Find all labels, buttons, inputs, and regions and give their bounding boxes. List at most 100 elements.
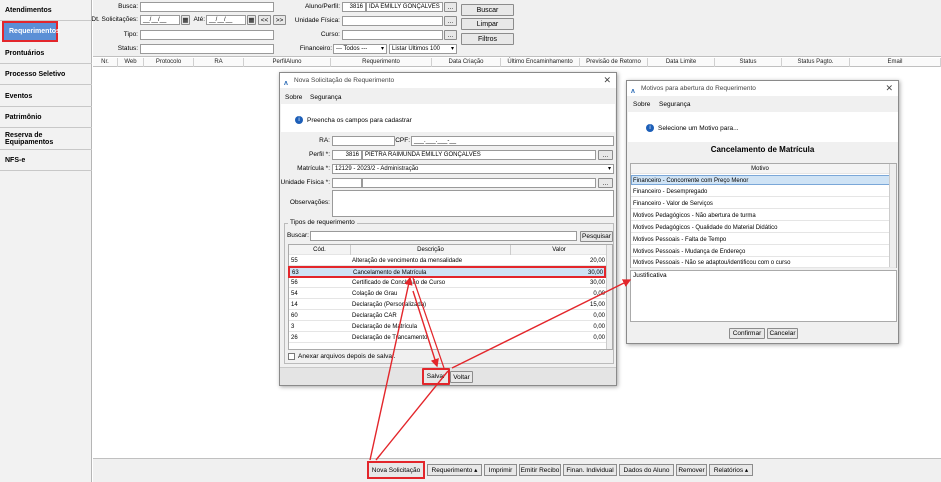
column-header[interactable]: Nr. [93,58,118,67]
menu-seguranca[interactable]: Segurança [659,101,690,108]
dt-from-input[interactable]: __/__/__ [140,15,180,25]
column-header[interactable]: Requerimento [331,58,432,67]
column-header[interactable]: Último Encaminhamento [501,58,580,67]
menu-seguranca[interactable]: Segurança [310,94,341,101]
table-row[interactable]: 55 Alteração de vencimento da mensalidad… [289,256,612,266]
table-row[interactable]: Financeiro - Desempregado [631,187,896,197]
dt-to-input[interactable]: __/__/__ [206,15,246,25]
column-header[interactable]: Email [850,58,941,67]
column-header[interactable]: RA [194,58,244,67]
cell-desc: Declaração (Personalizada) [352,302,427,308]
table-row[interactable]: Motivos Pedagógicos - Qualidade do Mater… [631,223,896,233]
calendar-icon[interactable]: ▦ [247,15,256,25]
nova-solicitacao-button[interactable]: Nova Solicitação [367,461,425,479]
close-icon[interactable]: ✕ [603,73,611,88]
tipo-select[interactable] [140,30,274,40]
unidade-search-button[interactable]: ... [444,16,457,26]
busca-label: Busca: [118,3,138,10]
confirmar-button[interactable]: Confirmar [729,328,765,339]
salvar-button[interactable]: Salvar [422,368,450,385]
cell-desc: Declaração de Trancamento [352,335,428,341]
buscar-button[interactable]: Buscar [461,4,514,16]
table-row[interactable]: 26 Declaração de Trancamento 0,00 [289,333,612,343]
table-row[interactable]: 56 Certificado de Conclusão de Curso 30,… [289,278,612,288]
financeiro-select[interactable]: --- Todos --- [333,44,387,54]
sidebar-item-requerimentos[interactable]: Requerimentos [2,21,60,42]
table-row[interactable]: Financeiro - Valor de Serviços [631,199,896,209]
unidade-code-input[interactable] [332,178,362,188]
table-scrollbar[interactable] [889,164,896,267]
aluno-name-input[interactable]: IDA EMILLY GONÇALVES [366,2,443,12]
finan-individual-button[interactable]: Finan. Individual [563,464,617,476]
calendar-icon[interactable]: ▦ [181,15,190,25]
cell-cod: 56 [291,280,298,286]
column-header[interactable]: Web [118,58,144,67]
table-row[interactable]: 3 Declaração de Matrícula 0,00 [289,322,612,332]
sidebar-item-processo-seletivo[interactable]: Processo Seletivo [0,64,92,85]
table-scrollbar[interactable] [606,245,612,349]
table-row[interactable]: Motivos Pessoais - Não se adaptou/identi… [631,258,896,268]
listar-select[interactable]: Listar Últimos 100 [389,44,457,54]
tipo-search-input[interactable] [310,231,577,241]
imprimir-button[interactable]: Imprimir [484,464,517,476]
column-header[interactable]: PerfilAluno [244,58,331,67]
sidebar-item-reserva-equipamentos[interactable]: Reserva de Equipamentos [0,129,92,150]
table-row[interactable]: 54 Colação de Grau 0,00 [289,289,612,299]
matricula-select[interactable]: 12129 - 2023/2 - Administração [332,164,614,174]
unidade-search-button[interactable]: ... [598,178,613,188]
table-row[interactable]: 14 Declaração (Personalizada) 15,00 [289,300,612,310]
aluno-code-input[interactable]: 3816 [342,2,366,12]
sidebar-item-nfse[interactable]: NFS-e [0,150,92,171]
column-header[interactable]: Valor [511,245,607,255]
requerimento-menu-button[interactable]: Requerimento ▴ [427,464,482,476]
menu-sobre[interactable]: Sobre [285,94,302,101]
column-header[interactable]: Descrição [351,245,511,255]
cancelar-button[interactable]: Cancelar [767,328,798,339]
perfil-search-button[interactable]: ... [598,150,613,160]
sidebar-item-atendimentos[interactable]: Atendimentos [0,0,92,21]
column-header[interactable]: Status [715,58,782,67]
perfil-name-input[interactable]: PIETRA RAIMUNDA EMILLY GONÇALVES [362,150,596,160]
sidebar-item-prontuarios[interactable]: Prontuários [0,43,92,64]
sidebar-item-patrimonio[interactable]: Patrimônio [0,107,92,128]
table-row[interactable]: Motivos Pessoais - Falta de Tempo [631,235,896,245]
observacoes-textarea[interactable] [332,190,614,217]
table-row-selected[interactable]: 63 Cancelamento de Matrícula 30,00 [288,266,606,278]
remover-button[interactable]: Remover [676,464,707,476]
column-header[interactable]: Cód. [289,245,351,255]
column-header[interactable]: Previsão de Retorno [580,58,648,67]
table-row-selected[interactable]: Financeiro - Concorrente com Preço Menor [631,175,896,185]
busca-input[interactable] [140,2,274,12]
column-header[interactable]: Data Limite [648,58,715,67]
unidade-fisica-input[interactable] [342,16,443,26]
cell-motivo: Motivos Pessoais - Mudança de Endereço [633,249,746,255]
pesquisar-button[interactable]: Pesquisar [580,231,613,242]
menu-sobre[interactable]: Sobre [633,101,650,108]
table-row[interactable]: Motivos Pedagógicos - Não abertura de tu… [631,211,896,221]
dados-aluno-button[interactable]: Dados do Aluno [619,464,674,476]
table-row[interactable]: 60 Declaração CAR 0,00 [289,311,612,321]
curso-search-button[interactable]: ... [444,30,457,40]
limpar-button[interactable]: Limpar [461,18,514,30]
table-row[interactable]: Motivos Pessoais - Mudança de Endereço [631,247,896,257]
relatorios-menu-button[interactable]: Relatórios ▴ [709,464,753,476]
curso-input[interactable] [342,30,443,40]
emitir-recibo-button[interactable]: Emitir Recibo [519,464,561,476]
anexar-checkbox[interactable] [288,353,295,360]
perfil-code-input[interactable]: 3816 [332,150,362,160]
status-select[interactable] [140,44,274,54]
column-header[interactable]: Status Pagto. [782,58,850,67]
voltar-button[interactable]: Voltar [450,371,473,383]
prev-period-button[interactable]: << [258,15,271,25]
justificativa-textarea[interactable]: Justificativa [630,270,897,322]
column-header[interactable]: Data Criação [432,58,501,67]
unidade-name-input[interactable] [362,178,596,188]
ra-input[interactable] [332,136,395,146]
filtros-button[interactable]: Filtros [461,33,514,45]
sidebar-item-eventos[interactable]: Eventos [0,86,92,107]
column-header[interactable]: Protocolo [144,58,194,67]
aluno-search-button[interactable]: ... [444,2,457,12]
column-header[interactable]: Motivo [631,164,889,174]
close-icon[interactable]: ✕ [885,81,893,96]
cpf-input[interactable]: ___.___.___-__ [411,136,614,146]
